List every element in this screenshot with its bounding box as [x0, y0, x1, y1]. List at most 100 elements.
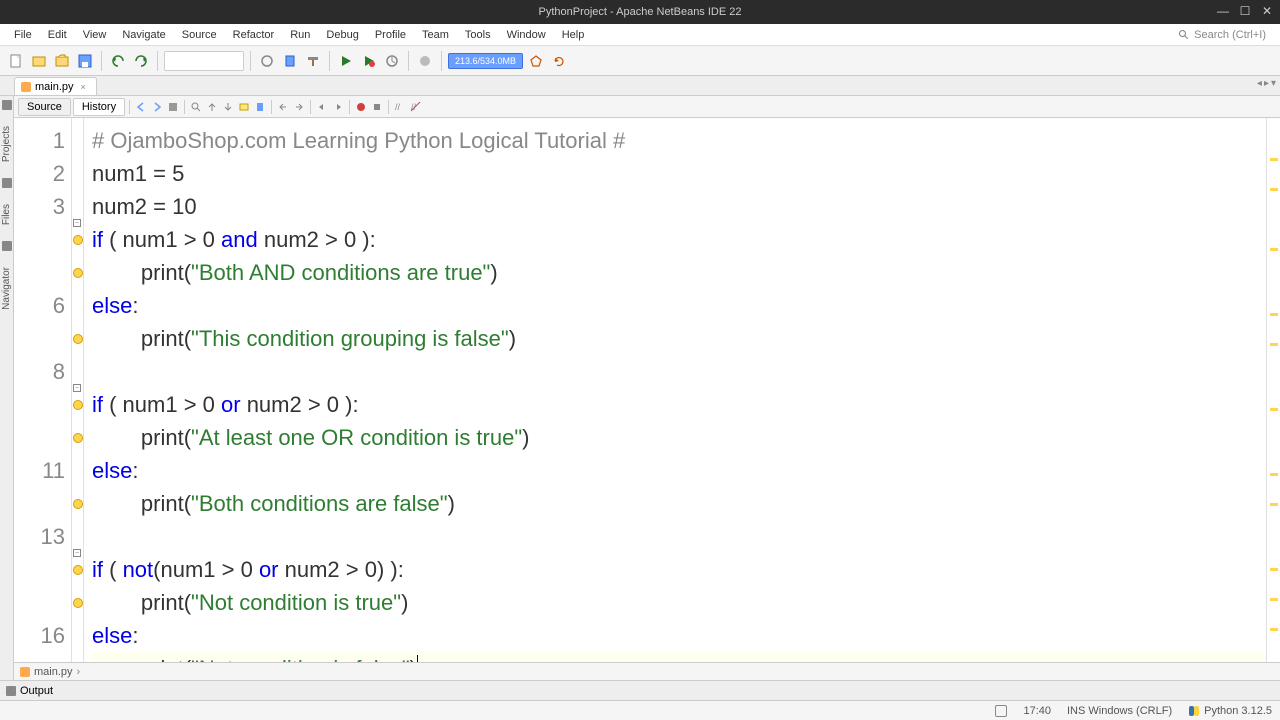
encoding-indicator[interactable]: INS Windows (CRLF) — [1067, 705, 1172, 717]
menu-profile[interactable]: Profile — [367, 26, 414, 44]
code-line[interactable]: print("Not condition is true") — [92, 586, 1266, 619]
hint-bulb-icon[interactable] — [73, 565, 83, 575]
hint-bulb-icon[interactable] — [73, 334, 83, 344]
code-line[interactable]: print("This condition grouping is false"… — [92, 322, 1266, 355]
history-tab[interactable]: History — [73, 98, 125, 116]
clean-build-icon[interactable] — [280, 51, 300, 71]
debug-icon[interactable] — [359, 51, 379, 71]
code-line[interactable]: num2 = 10 — [92, 190, 1266, 223]
menu-run[interactable]: Run — [282, 26, 318, 44]
redo-icon[interactable] — [131, 51, 151, 71]
menu-source[interactable]: Source — [174, 26, 225, 44]
tab-main-py[interactable]: main.py × — [14, 77, 97, 95]
refresh-icon[interactable] — [549, 51, 569, 71]
stop-icon[interactable] — [415, 51, 435, 71]
new-file-icon[interactable] — [6, 51, 26, 71]
toggle-bookmark-icon[interactable] — [253, 100, 267, 114]
output-tab[interactable]: Output — [20, 685, 53, 697]
hammer-icon[interactable] — [303, 51, 323, 71]
gc-icon[interactable] — [526, 51, 546, 71]
code-content[interactable]: # OjamboShop.com Learning Python Logical… — [84, 118, 1266, 662]
menu-view[interactable]: View — [75, 26, 115, 44]
python-version[interactable]: Python 3.12.5 — [1188, 705, 1272, 717]
config-dropdown[interactable] — [164, 51, 244, 71]
tab-close-icon[interactable]: × — [81, 82, 86, 92]
macro-stop-icon[interactable] — [370, 100, 384, 114]
run-icon[interactable] — [336, 51, 356, 71]
code-line[interactable]: else: — [92, 289, 1266, 322]
save-all-icon[interactable] — [75, 51, 95, 71]
menu-window[interactable]: Window — [499, 26, 554, 44]
prev-bookmark-icon[interactable] — [276, 100, 290, 114]
macro-record-icon[interactable] — [354, 100, 368, 114]
breadcrumb-file[interactable]: main.py — [34, 666, 73, 678]
code-line[interactable]: if ( num1 > 0 and num2 > 0 ): — [92, 223, 1266, 256]
shift-right-icon[interactable] — [331, 100, 345, 114]
comment-icon[interactable]: // — [393, 100, 407, 114]
find-next-icon[interactable] — [221, 100, 235, 114]
menu-refactor[interactable]: Refactor — [225, 26, 283, 44]
error-stripe[interactable] — [1266, 118, 1280, 662]
notifications-icon[interactable] — [995, 705, 1007, 717]
nav-last-edit-icon[interactable] — [166, 100, 180, 114]
code-line[interactable] — [92, 520, 1266, 553]
toggle-highlight-icon[interactable] — [237, 100, 251, 114]
undo-icon[interactable] — [108, 51, 128, 71]
sidebar-projects[interactable]: Projects — [1, 126, 12, 162]
menu-edit[interactable]: Edit — [40, 26, 75, 44]
sidebar-navigator[interactable]: Navigator — [1, 267, 12, 310]
hint-bulb-icon[interactable] — [73, 499, 83, 509]
tab-list-icon[interactable]: ▾ — [1271, 78, 1276, 89]
sidebar-files[interactable]: Files — [1, 204, 12, 225]
next-bookmark-icon[interactable] — [292, 100, 306, 114]
hint-bulb-icon[interactable] — [73, 235, 83, 245]
cursor-position[interactable]: 17:40 — [1023, 705, 1051, 717]
uncomment-icon[interactable]: // — [409, 100, 423, 114]
maximize-button[interactable]: ☐ — [1238, 4, 1252, 18]
close-button[interactable]: ✕ — [1260, 4, 1274, 18]
sidebar-files-icon[interactable] — [2, 178, 12, 188]
hint-bulb-icon[interactable] — [73, 598, 83, 608]
hint-bulb-icon[interactable] — [73, 433, 83, 443]
menu-tools[interactable]: Tools — [457, 26, 499, 44]
nav-fwd-icon[interactable] — [150, 100, 164, 114]
code-line[interactable]: else: — [92, 454, 1266, 487]
code-line[interactable]: print("Both conditions are false") — [92, 487, 1266, 520]
new-project-icon[interactable] — [29, 51, 49, 71]
source-tab[interactable]: Source — [18, 98, 71, 116]
find-selection-icon[interactable] — [189, 100, 203, 114]
code-line[interactable]: else: — [92, 619, 1266, 652]
global-search[interactable]: Search (Ctrl+I) — [1178, 29, 1274, 41]
hint-bulb-icon[interactable] — [73, 400, 83, 410]
code-line[interactable]: # OjamboShop.com Learning Python Logical… — [92, 124, 1266, 157]
menu-file[interactable]: File — [6, 26, 40, 44]
code-line[interactable] — [92, 355, 1266, 388]
code-line[interactable]: if ( num1 > 0 or num2 > 0 ): — [92, 388, 1266, 421]
fold-toggle-icon[interactable]: − — [73, 219, 81, 227]
code-editor[interactable]: 12368111316 −−− # OjamboShop.com Learnin… — [14, 118, 1280, 662]
sidebar-services-icon[interactable] — [2, 241, 12, 251]
open-icon[interactable] — [52, 51, 72, 71]
find-prev-icon[interactable] — [205, 100, 219, 114]
memory-indicator[interactable]: 213.6/534.0MB — [448, 53, 523, 69]
fold-toggle-icon[interactable]: − — [73, 384, 81, 392]
hint-bulb-icon[interactable] — [73, 268, 83, 278]
menu-debug[interactable]: Debug — [318, 26, 366, 44]
menu-team[interactable]: Team — [414, 26, 457, 44]
menu-navigate[interactable]: Navigate — [114, 26, 173, 44]
build-icon[interactable] — [257, 51, 277, 71]
fold-toggle-icon[interactable]: − — [73, 549, 81, 557]
shift-left-icon[interactable] — [315, 100, 329, 114]
profile-icon[interactable] — [382, 51, 402, 71]
sidebar-projects-icon[interactable] — [2, 100, 12, 110]
tab-scroll-right-icon[interactable]: ▸ — [1264, 78, 1269, 89]
tab-scroll-left-icon[interactable]: ◂ — [1257, 78, 1262, 89]
nav-back-icon[interactable] — [134, 100, 148, 114]
code-line[interactable]: print("Both AND conditions are true") — [92, 256, 1266, 289]
code-line[interactable]: print("At least one OR condition is true… — [92, 421, 1266, 454]
code-line[interactable]: num1 = 5 — [92, 157, 1266, 190]
code-line[interactable]: if ( not(num1 > 0 or num2 > 0) ): — [92, 553, 1266, 586]
code-line[interactable]: print("Not condition is false") — [92, 652, 1266, 662]
menu-help[interactable]: Help — [554, 26, 593, 44]
minimize-button[interactable]: — — [1216, 4, 1230, 18]
